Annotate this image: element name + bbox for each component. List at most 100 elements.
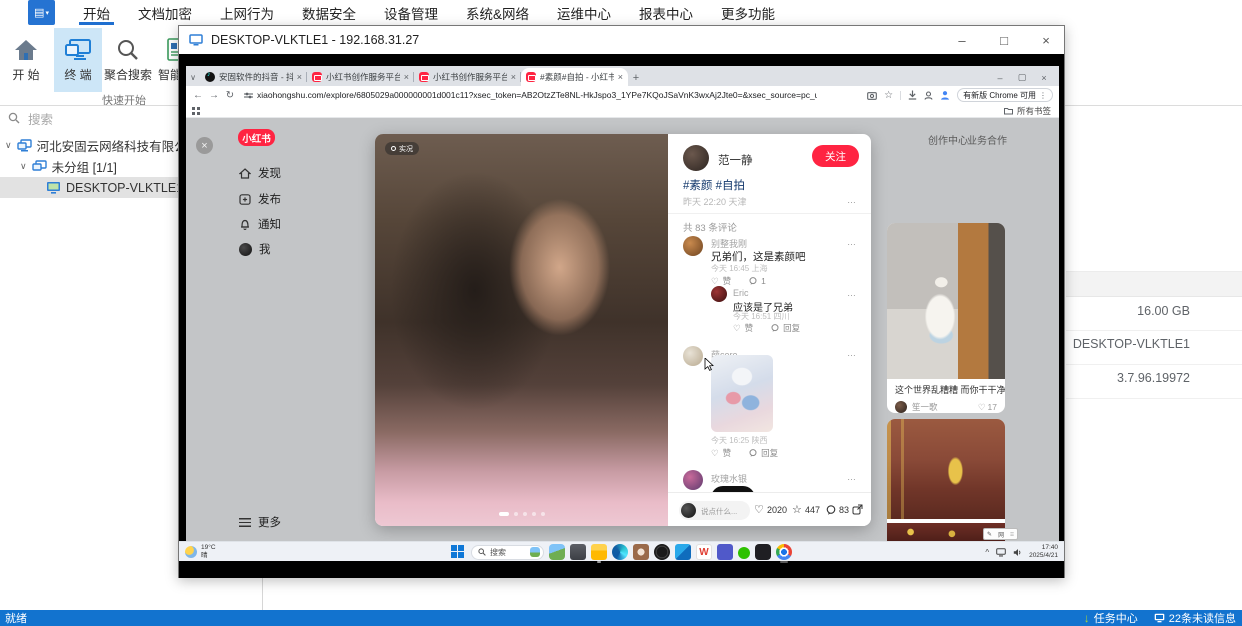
all-bookmarks-button[interactable]: 所有书签 [1004, 105, 1051, 117]
commenter-avatar[interactable] [683, 236, 703, 256]
tab-xhs-creator-2[interactable]: 小红书创作服务平台 × [414, 68, 521, 86]
commenter-avatar[interactable] [683, 470, 703, 490]
menu-item-more-features[interactable]: 更多功能 [707, 0, 789, 26]
nav-publish[interactable]: 发布 [239, 191, 281, 207]
more-options-icon[interactable]: … [847, 288, 857, 298]
collect-star-icon[interactable]: ☆ [792, 503, 802, 516]
tree-item-desktop-vlktle1[interactable]: DESKTOP-VLKTLE1 [0, 177, 178, 198]
taskbar-clock[interactable]: 17:40 2025/4/21 [1029, 544, 1058, 560]
comment-bubble-icon[interactable] [826, 505, 836, 515]
comment-image[interactable] [711, 355, 773, 432]
maximize-button[interactable]: □ [996, 33, 1012, 48]
chevron-down-icon[interactable]: ∨ [5, 140, 12, 151]
bookmark-star-icon[interactable]: ☆ [884, 90, 893, 101]
annotate-icon[interactable]: ✎ [987, 531, 992, 538]
edge-icon[interactable] [612, 544, 628, 560]
like-heart-icon[interactable]: ♡ [978, 402, 986, 413]
ribbon-home-button[interactable]: 开 始 [2, 28, 50, 92]
follow-button[interactable]: 关注 [812, 145, 859, 167]
tab-search-chevron-icon[interactable]: ∨ [186, 73, 200, 82]
commenter-name[interactable]: Eric [733, 288, 749, 298]
black-app-icon[interactable] [755, 544, 771, 560]
like-heart-icon[interactable]: ♡ [733, 323, 741, 334]
forward-icon[interactable]: → [206, 90, 222, 101]
more-options-icon[interactable]: … [847, 348, 857, 358]
more-options-icon[interactable]: … [847, 237, 857, 247]
chevron-down-icon[interactable]: ∨ [20, 161, 27, 172]
unread-messages-button[interactable]: 22条未读信息 [1154, 610, 1236, 626]
copilot-icon[interactable] [654, 544, 670, 560]
taskbar-search[interactable]: 搜索 [471, 545, 544, 560]
kebab-menu-icon[interactable]: ⋮ [1039, 91, 1047, 100]
remote-window-titlebar[interactable]: DESKTOP-VLKTLE1 - 192.168.31.27 – □ × [179, 26, 1064, 54]
screenshot-icon[interactable] [867, 91, 877, 100]
like-heart-icon[interactable]: ♡ [754, 503, 764, 516]
tab-close-icon[interactable]: × [404, 72, 409, 82]
remote-session-toolbar[interactable]: ✎ 网 ⁝⁝ [983, 528, 1018, 540]
close-button[interactable]: × [1038, 33, 1054, 48]
dark-folder-icon[interactable] [570, 544, 586, 560]
comment-bubble-icon[interactable] [749, 277, 757, 285]
app-menu-button[interactable]: ▤▾ [28, 0, 55, 25]
note-hashtags[interactable]: #素颜 #自拍 [683, 177, 745, 193]
commenter-name[interactable]: 玫瑰水银 [711, 472, 747, 485]
chrome-minimize-button[interactable]: – [993, 73, 1007, 83]
commenter-avatar[interactable] [683, 346, 703, 366]
chrome-close-button[interactable]: × [1037, 73, 1051, 83]
new-tab-button[interactable]: + [628, 72, 644, 84]
site-settings-icon[interactable] [244, 91, 253, 100]
menu-item-device-mgmt[interactable]: 设备管理 [370, 0, 452, 26]
menu-item-system-network[interactable]: 系统&网络 [452, 0, 543, 26]
volume-icon[interactable] [1013, 548, 1022, 557]
feed-card-school[interactable] [887, 419, 1005, 541]
expand-icon[interactable]: ⁝⁝ [1010, 531, 1014, 538]
wechat-icon[interactable] [738, 547, 750, 559]
chrome-icon[interactable] [776, 544, 792, 560]
more-options-icon[interactable]: … [847, 195, 857, 205]
display-tray-icon[interactable] [996, 548, 1006, 557]
note-photo[interactable]: 实况 [375, 134, 668, 526]
minimize-button[interactable]: – [954, 33, 970, 48]
widgets-icon[interactable] [549, 544, 565, 560]
card-user-avatar[interactable] [895, 401, 907, 413]
menu-item-web-behavior[interactable]: 上网行为 [206, 0, 288, 26]
task-center-button[interactable]: ↓ 任务中心 [1084, 610, 1138, 626]
photos-icon[interactable] [633, 544, 649, 560]
ribbon-search-button[interactable]: 聚合搜索 [104, 28, 152, 92]
reload-icon[interactable]: ↻ [222, 90, 238, 101]
author-name[interactable]: 范一静 [718, 152, 753, 168]
menu-item-ops-center[interactable]: 运维中心 [543, 0, 625, 26]
tab-xhs-note-active[interactable]: #素颜#自拍 - 小红书 × [521, 68, 628, 86]
xiaohongshu-logo[interactable]: 小红书 [238, 129, 275, 146]
tab-close-icon[interactable]: × [618, 72, 623, 82]
apps-grid-icon[interactable] [192, 107, 200, 115]
share-icon[interactable] [852, 504, 863, 515]
nav-notifications[interactable]: 通知 [239, 216, 281, 232]
carousel-dots[interactable] [375, 512, 668, 516]
creator-center-link[interactable]: 创作中心 [928, 132, 968, 147]
commenter-avatar[interactable] [711, 286, 727, 302]
outlook-icon[interactable] [675, 544, 691, 560]
profile-avatar-icon[interactable] [940, 90, 950, 100]
card-caption[interactable]: 这个世界乱糟糟 而你干干净净 [887, 379, 1005, 396]
menu-item-report-center[interactable]: 报表中心 [625, 0, 707, 26]
file-explorer-icon[interactable] [591, 544, 607, 560]
tab-close-icon[interactable]: × [297, 72, 302, 82]
nav-discover[interactable]: 发现 [239, 165, 281, 181]
business-link[interactable]: 业务合作 [967, 132, 1007, 147]
teams-icon[interactable] [717, 544, 733, 560]
download-icon[interactable] [908, 90, 917, 100]
more-options-icon[interactable]: … [847, 472, 857, 482]
tab-douyin[interactable]: 安固软件的抖音 - 抖音 × [200, 68, 307, 86]
sidebar-search[interactable]: 搜索 [0, 108, 178, 128]
taskbar-weather-widget[interactable]: 19°C 晴 [185, 544, 216, 560]
nav-me[interactable]: 我 [239, 241, 271, 257]
nav-more[interactable]: 更多 [239, 514, 281, 530]
menu-item-start[interactable]: 开始 [69, 0, 124, 26]
comment-bubble-icon[interactable] [749, 449, 757, 457]
modal-close-button[interactable]: × [196, 137, 213, 154]
chrome-update-pill[interactable]: 有新版 Chrome 可用 ⋮ [957, 88, 1053, 102]
comment-bubble-icon[interactable] [771, 324, 779, 332]
wps-icon[interactable]: W [696, 544, 712, 560]
menu-item-data-security[interactable]: 数据安全 [288, 0, 370, 26]
